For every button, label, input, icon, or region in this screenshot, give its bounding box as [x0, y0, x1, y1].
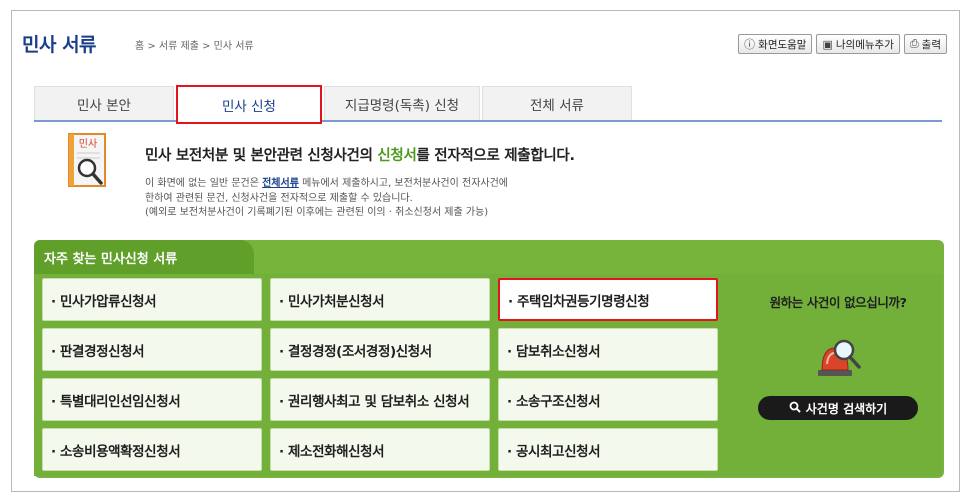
intro-headline-highlight: 신청서: [377, 148, 417, 164]
search-icon: [789, 401, 801, 416]
doc-link-security-cancellation[interactable]: · 담보취소신청서: [498, 328, 718, 371]
info-icon: ⓘ: [744, 38, 756, 51]
document-grid: · 민사가압류신청서 · 민사가처분신청서 · 주택임차권등기명령신청 · 판결…: [42, 278, 722, 474]
doc-link-rights-exercise-notice[interactable]: · 권리행사최고 및 담보취소 신청서: [270, 378, 490, 421]
case-search-question: 원하는 사건이 없으십니까?: [769, 295, 907, 310]
doc-link-litigation-costs[interactable]: · 소송비용액확정신청서: [42, 428, 262, 471]
tab-payment-order[interactable]: 지급명령(독촉) 신청: [324, 86, 480, 120]
help-button-label: 화면도움말: [758, 38, 807, 51]
breadcrumb: 홈 > 서류 제출 > 민사 서류: [135, 41, 254, 52]
panel-title: 자주 찾는 민사신청 서류: [34, 240, 254, 274]
case-search-box: 원하는 사건이 없으십니까? 사건명 검색하기: [734, 274, 942, 476]
add-menu-button[interactable]: ▣ 나의메뉴추가: [816, 34, 900, 54]
doc-link-decision-correction[interactable]: · 결정경정(조서경정)신청서: [270, 328, 490, 371]
doc-link-special-agent[interactable]: · 특별대리인선임신청서: [42, 378, 262, 421]
print-button-label: 출력: [921, 38, 941, 51]
frequent-documents-panel: 자주 찾는 민사신청 서류 · 민사가압류신청서 · 민사가처분신청서 · 주택…: [34, 240, 944, 478]
doc-link-judgment-correction[interactable]: · 판결경정신청서: [42, 328, 262, 371]
doc-link-housing-lease-registration[interactable]: · 주택임차권등기명령신청: [498, 278, 718, 321]
intro-line-1b: 메뉴에서 제출하시고, 보전처분사건이 전자사건에: [298, 178, 508, 189]
intro-headline: 민사 보전처분 및 본안관련 신청사건의 신청서를 전자적으로 제출합니다.: [145, 144, 575, 165]
add-menu-button-label: 나의메뉴추가: [835, 38, 894, 51]
all-documents-link[interactable]: 전체서류: [262, 178, 299, 189]
intro-headline-c: 를 전자적으로 제출합니다.: [416, 148, 575, 164]
doc-link-provisional-attachment[interactable]: · 민사가압류신청서: [42, 278, 262, 321]
intro-line-3: (예외로 보전처분사건이 기록폐기된 이후에는 관련된 이의 · 취소신청서 제…: [145, 207, 489, 218]
bookmark-icon: ▣: [822, 37, 833, 51]
intro-headline-a: 민사 보전처분 및 본안관련 신청사건의: [145, 148, 378, 164]
siren-magnifier-icon: [812, 334, 864, 382]
page-title: 민사 서류: [22, 34, 97, 56]
intro-line-1a: 이 화면에 없는 일반 문건은: [145, 178, 263, 189]
case-search-button[interactable]: 사건명 검색하기: [758, 396, 918, 420]
intro-description: 이 화면에 없는 일반 문건은 전체서류 메뉴에서 제출하시고, 보전처분사건이…: [145, 177, 508, 221]
help-button[interactable]: ⓘ 화면도움말: [738, 34, 813, 54]
svg-text:민사: 민사: [79, 138, 97, 150]
tab-all-documents[interactable]: 전체 서류: [482, 86, 632, 120]
doc-link-litigation-aid[interactable]: · 소송구조신청서: [498, 378, 718, 421]
print-button[interactable]: ⎙ 출력: [903, 34, 947, 54]
intro-line-2: 한하여 관련된 문건, 신청사건을 전자적으로 제출할 수 있습니다.: [145, 192, 413, 204]
intro-line-1: 이 화면에 없는 일반 문건은 전체서류 메뉴에서 제출하시고, 보전처분사건이…: [145, 177, 508, 192]
doc-link-provisional-disposition[interactable]: · 민사가처분신청서: [270, 278, 490, 321]
case-search-button-label: 사건명 검색하기: [805, 401, 888, 416]
tab-bar: 민사 본안 민사 신청 지급명령(독촉) 신청 전체 서류: [34, 85, 942, 124]
tab-civil-application[interactable]: 민사 신청: [176, 85, 322, 124]
document-magnifier-icon: 민사: [68, 133, 108, 189]
top-toolbar: ⓘ 화면도움말 ▣ 나의메뉴추가 ⎙ 출력: [738, 34, 947, 54]
doc-link-public-notice[interactable]: · 공시최고신청서: [498, 428, 718, 471]
doc-link-pre-suit-settlement[interactable]: · 제소전화해신청서: [270, 428, 490, 471]
printer-icon: ⎙: [909, 37, 919, 50]
panel-body: · 민사가압류신청서 · 민사가처분신청서 · 주택임차권등기명령신청 · 판결…: [34, 274, 942, 476]
tab-civil-main[interactable]: 민사 본안: [34, 86, 174, 120]
